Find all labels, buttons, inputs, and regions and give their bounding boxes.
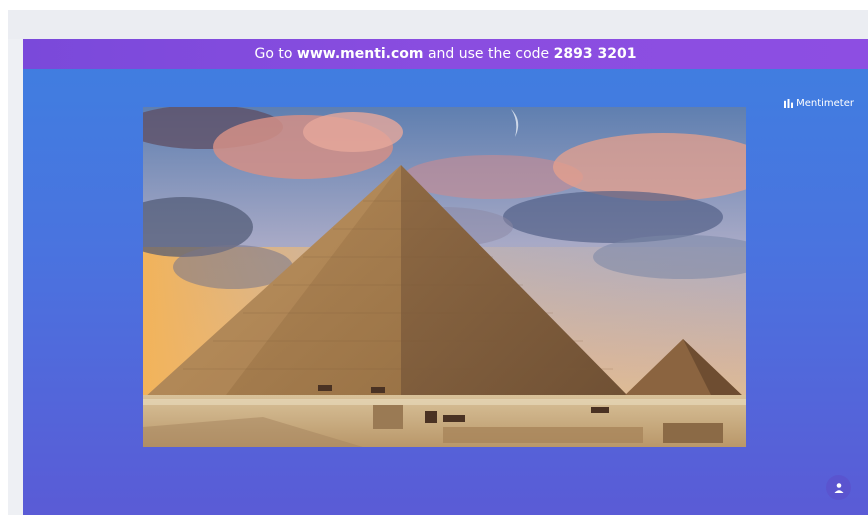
brand-name: Mentimeter [796, 98, 854, 109]
presentation-page: Go to www.menti.com and use the code 289… [0, 0, 868, 515]
banner-code: 2893 3201 [553, 46, 637, 62]
presentation-stage: Go to www.menti.com and use the code 289… [23, 39, 868, 515]
banner-prefix: Go to [254, 46, 297, 62]
banner-url: www.menti.com [296, 46, 424, 62]
join-instructions-banner: Go to www.menti.com and use the code 289… [23, 39, 868, 69]
pyramid-illustration [143, 107, 746, 447]
top-strip [8, 10, 868, 39]
participants-button[interactable] [826, 475, 851, 500]
mentimeter-brand: Mentimeter [784, 98, 854, 109]
pyramid-photo [143, 107, 746, 447]
mentimeter-logo-icon [784, 99, 794, 108]
left-strip [8, 39, 23, 515]
person-icon [834, 482, 843, 493]
banner-middle: and use the code [423, 46, 554, 62]
